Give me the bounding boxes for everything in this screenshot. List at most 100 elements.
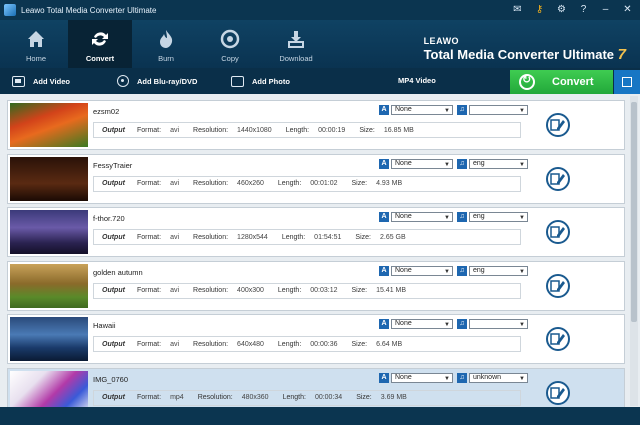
size-info: Size: 4.93 MB: [352, 180, 403, 187]
video-thumbnail[interactable]: [10, 103, 88, 147]
format-label: Format:: [136, 340, 162, 348]
length-label: Length:: [282, 394, 306, 401]
chevron-down-icon: ▼: [519, 268, 525, 275]
resolution-label: Resolution:: [193, 287, 229, 294]
size-value: 4.93 MB: [376, 180, 403, 187]
subtitle-icon: A: [379, 158, 389, 169]
audio-track-select[interactable]: eng ▼: [469, 212, 528, 222]
chevron-down-icon: ▼: [444, 375, 450, 382]
subtitle-select[interactable]: None ▼: [391, 212, 453, 222]
size-label: Size:: [351, 287, 368, 294]
layout-toggle-button[interactable]: [614, 70, 640, 94]
length-label: Length:: [281, 233, 306, 241]
nav-download[interactable]: Download: [264, 20, 328, 68]
audio-track-select[interactable]: ▼: [469, 319, 528, 329]
product-title: Total Media Converter Ultimate: [423, 47, 615, 62]
resolution-info: Resolution: 400x300: [193, 287, 264, 294]
list-scrollbar[interactable]: [630, 96, 638, 406]
resolution-info: Resolution: 460x260: [193, 180, 264, 187]
minimize-icon[interactable]: –: [599, 3, 612, 16]
file-row[interactable]: Hawaii Output Format: avi Resolution: 640x…: [7, 314, 625, 364]
file-list: ezsm02 Output Format: avi Resolution: 1440…: [0, 94, 640, 407]
resolution-label: Resolution:: [193, 126, 229, 134]
audio-track-select[interactable]: ▼: [469, 105, 528, 115]
file-row[interactable]: FessyTraier Output Format: avi Resolution…: [7, 153, 625, 204]
file-row[interactable]: f-thor.720 Output Format: avi Resolution:…: [7, 207, 625, 257]
close-icon[interactable]: ✕: [621, 3, 634, 16]
video-thumbnail[interactable]: [10, 156, 88, 201]
subtitle-select[interactable]: None ▼: [391, 265, 453, 276]
subtitle-select[interactable]: None ▼: [391, 319, 453, 329]
length-label: Length:: [277, 340, 302, 348]
convert-button-label: Convert: [552, 76, 594, 88]
video-thumbnail[interactable]: [10, 317, 88, 361]
length-info: Length: 01:54:51: [282, 234, 342, 241]
add-video-button[interactable]: Add Video: [12, 68, 70, 94]
format-value: avi: [170, 287, 180, 294]
subtitle-select[interactable]: None ▼: [391, 158, 453, 169]
convert-button[interactable]: Convert: [510, 70, 613, 94]
file-name: IMG_0760: [93, 374, 129, 384]
nav-burn[interactable]: Burn: [134, 20, 198, 68]
file-row[interactable]: ezsm02 Output Format: avi Resolution: 1440…: [7, 100, 625, 150]
nav-burn-label: Burn: [158, 54, 174, 63]
add-photo-button[interactable]: Add Photo: [231, 68, 290, 94]
nav-convert-label: Convert: [85, 54, 115, 63]
file-row[interactable]: IMG_0760 Output Format: mp4 Resolution: 48…: [7, 367, 625, 407]
audio-track-icon: ♫: [457, 105, 467, 115]
length-value: 01:54:51: [314, 233, 342, 241]
size-info: Size: 6.64 MB: [352, 341, 403, 348]
edit-video-button[interactable]: [546, 113, 570, 137]
resolution-value: 480x360: [241, 394, 269, 401]
add-bluray-label: Add Blu-ray/DVD: [137, 76, 198, 86]
format-value: avi: [170, 126, 180, 134]
audio-track-select[interactable]: eng ▼: [469, 265, 528, 276]
nav-copy[interactable]: Copy: [198, 20, 262, 68]
edit-video-button[interactable]: [546, 273, 570, 298]
gear-icon[interactable]: ⚙: [555, 3, 568, 16]
video-thumbnail[interactable]: [10, 263, 88, 308]
copy-icon: [220, 29, 240, 49]
subtitle-select[interactable]: None ▼: [391, 372, 453, 383]
message-icon[interactable]: ✉: [511, 3, 524, 16]
edit-icon: [550, 333, 565, 345]
subtitle-icon: A: [379, 105, 389, 115]
audio-track-select[interactable]: eng ▼: [469, 158, 528, 169]
edit-video-button[interactable]: [546, 220, 570, 244]
key-icon[interactable]: ⚷: [533, 3, 546, 16]
output-format-selector[interactable]: MP4 Video: [398, 68, 436, 94]
edit-video-button[interactable]: [546, 327, 570, 351]
title-bar: Leawo Total Media Converter Ultimate ✉ ⚷…: [0, 0, 640, 20]
format-value: mp4: [170, 394, 184, 401]
resolution-label: Resolution:: [193, 180, 229, 187]
subtitle-select[interactable]: None ▼: [391, 105, 453, 115]
size-label: Size:: [359, 126, 375, 134]
audio-track-select[interactable]: unknown ▼: [469, 372, 528, 383]
nav-home-label: Home: [25, 54, 46, 63]
resolution-value: 1440x1080: [237, 126, 272, 134]
file-name: ezsm02: [93, 107, 120, 116]
edit-icon: [550, 172, 565, 185]
add-bluray-button[interactable]: Add Blu-ray/DVD: [117, 68, 197, 94]
file-name: Hawaii: [93, 321, 116, 330]
edit-icon: [550, 279, 565, 292]
video-thumbnail[interactable]: [10, 370, 88, 407]
resolution-label: Resolution:: [193, 340, 229, 348]
edit-video-button[interactable]: [546, 166, 570, 191]
output-label: Output: [102, 126, 125, 134]
output-label: Output: [102, 233, 125, 241]
help-icon[interactable]: ?: [577, 3, 590, 16]
scrollbar-thumb[interactable]: [631, 102, 637, 322]
nav-home[interactable]: Home: [4, 20, 68, 68]
file-row[interactable]: golden autumn Output Format: avi Resoluti…: [7, 260, 625, 311]
video-thumbnail[interactable]: [10, 210, 88, 254]
subtitle-value: None: [395, 159, 412, 167]
nav-copy-label: Copy: [221, 54, 239, 63]
format-label: Format:: [136, 287, 162, 294]
format-info: Format: avi: [137, 127, 179, 134]
nav-convert[interactable]: Convert: [68, 20, 132, 68]
edit-video-button[interactable]: [546, 380, 570, 405]
format-value: avi: [170, 180, 180, 187]
length-value: 00:00:36: [310, 340, 338, 348]
audio-track-value: eng: [473, 159, 485, 167]
